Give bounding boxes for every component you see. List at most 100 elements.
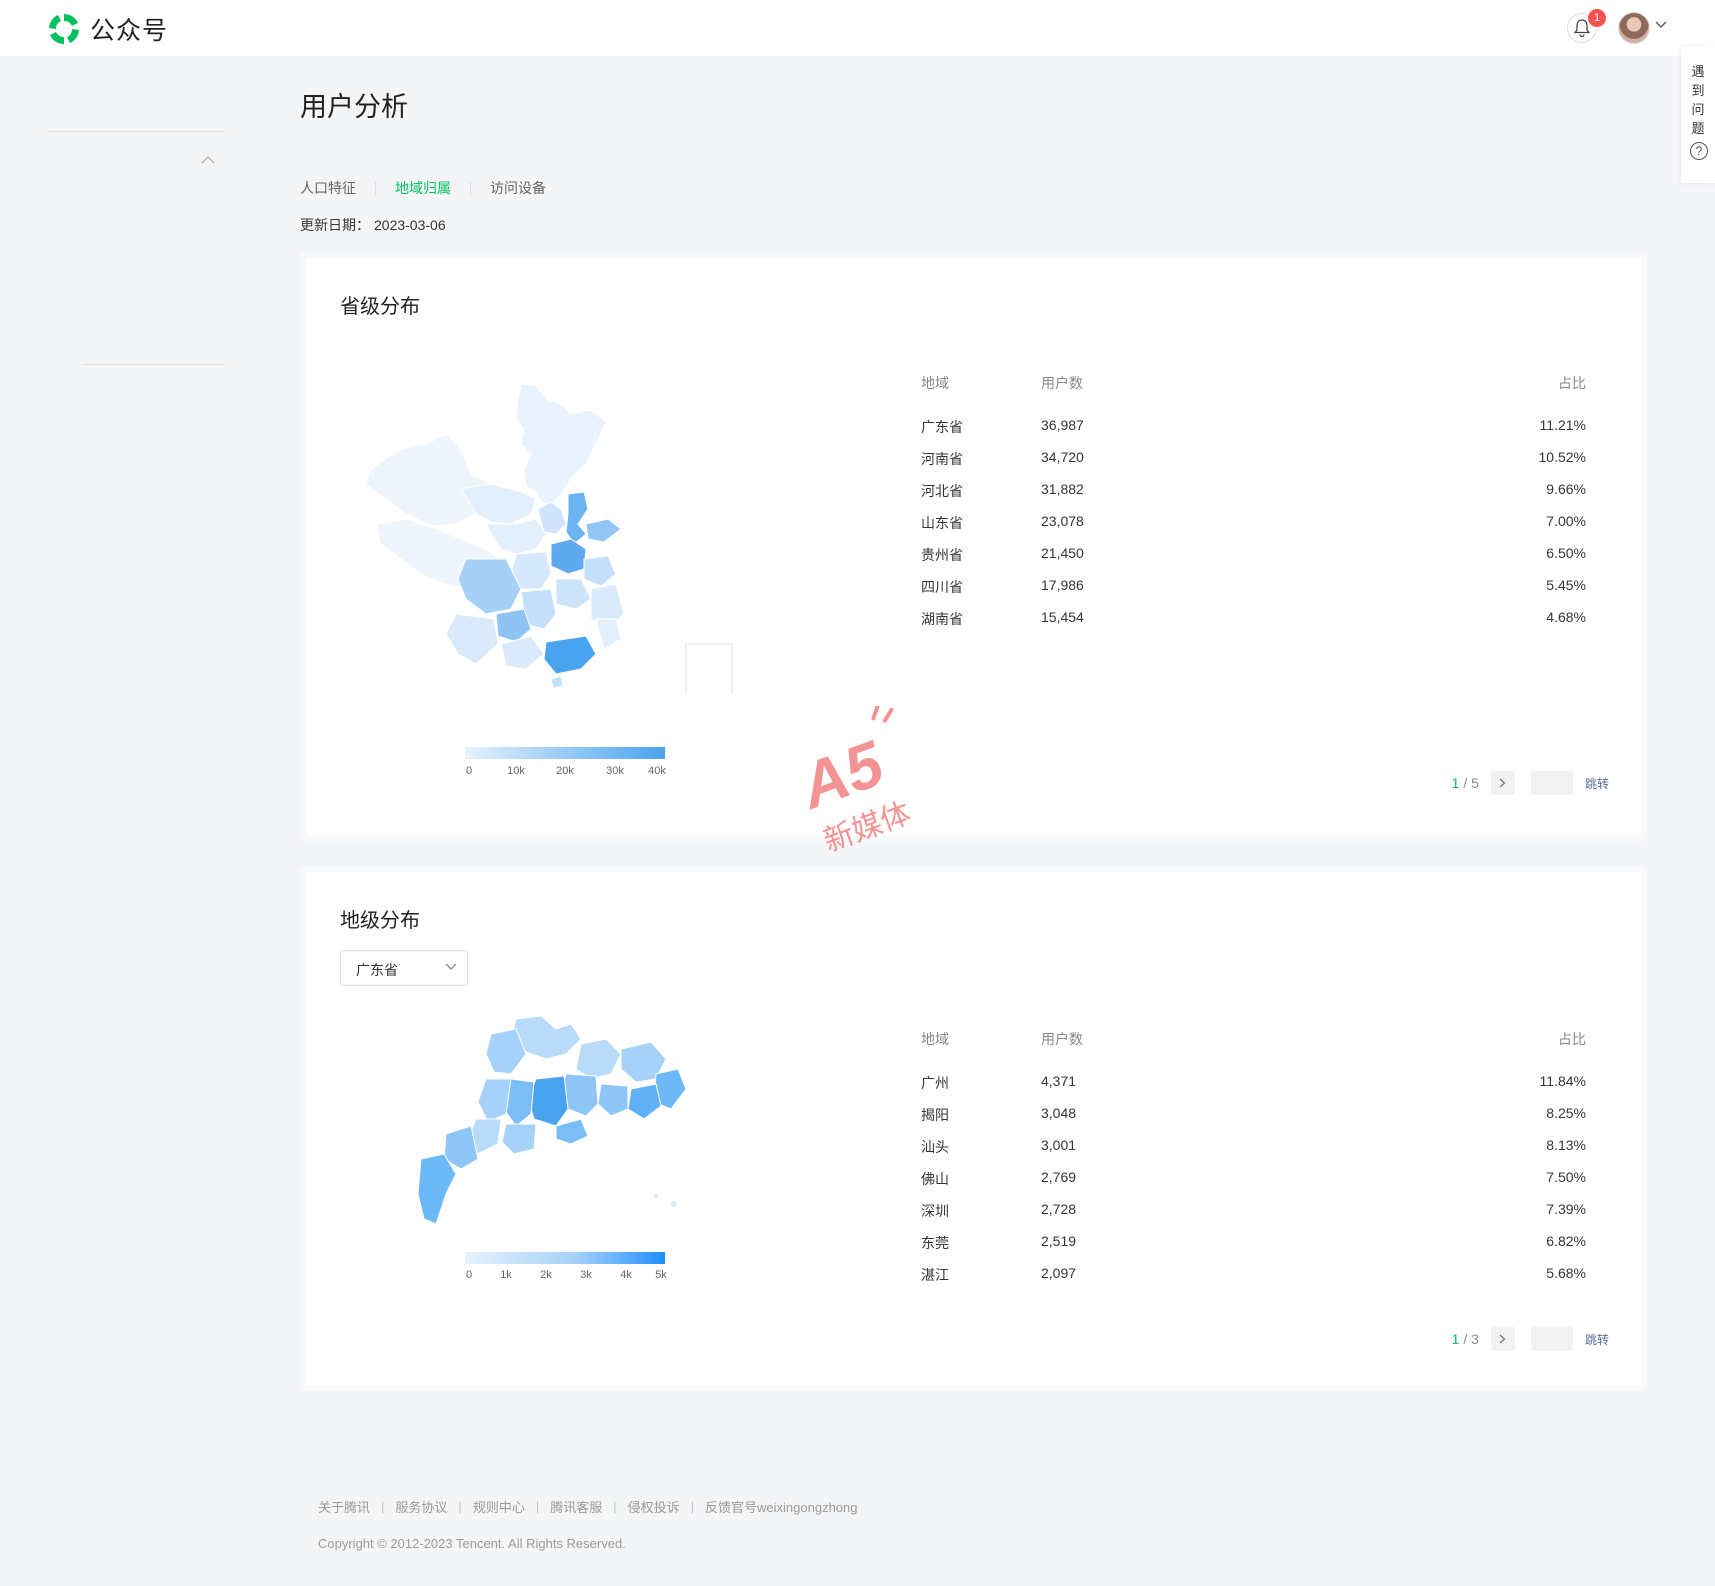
cell-share: 5.45%: [1546, 577, 1586, 593]
footer-link-rules[interactable]: 规则中心: [473, 1497, 525, 1516]
footer-link-terms[interactable]: 服务协议: [395, 1497, 447, 1516]
pager-jump-button[interactable]: 跳转: [1585, 775, 1609, 792]
section-title: 地级分布: [340, 910, 420, 932]
guangdong-city-map[interactable]: [416, 1014, 716, 1234]
cell-users: 34,720: [1041, 449, 1084, 465]
table-row: 贵州省 21,450 6.50%: [921, 545, 1586, 577]
cell-users: 3,048: [1041, 1105, 1077, 1121]
chevron-up-icon[interactable]: [201, 155, 215, 164]
tab-region[interactable]: 地域归属: [395, 178, 451, 198]
pager-next-button[interactable]: [1490, 1327, 1515, 1351]
city-table: 地域 用户数 占比 广州 4,371 11.84% 揭阳 3,048 8.25%…: [921, 1029, 1586, 1297]
page-title: 用户分析: [300, 92, 408, 122]
cell-users: 2,519: [1041, 1233, 1077, 1249]
cell-share: 8.25%: [1546, 1105, 1586, 1121]
tab-devices[interactable]: 访问设备: [490, 178, 546, 198]
cell-share: 10.52%: [1538, 449, 1586, 465]
footer-link-about[interactable]: 关于腾讯: [318, 1497, 370, 1516]
col-share-header: 占比: [1558, 1031, 1586, 1047]
pager-jump-input[interactable]: [1530, 1327, 1573, 1351]
pager-jump-button[interactable]: 跳转: [1585, 1331, 1609, 1348]
chevron-right-icon: [1500, 778, 1506, 788]
chevron-right-icon: [1500, 1334, 1506, 1344]
cell-region: 东莞: [921, 1235, 949, 1251]
section-title: 省级分布: [340, 296, 420, 318]
cell-share: 11.84%: [1539, 1073, 1586, 1089]
legend-tick: 0: [465, 1269, 473, 1281]
brand-name: 公众号: [90, 17, 169, 45]
map-legend: 0 1k 2k 3k 4k 5k: [465, 1252, 667, 1292]
cell-users: 2,097: [1041, 1265, 1077, 1281]
question-icon: ?: [1690, 142, 1708, 160]
pager-current: 1: [1451, 775, 1460, 791]
cell-region: 深圳: [921, 1203, 949, 1219]
footer-separator: |: [381, 1499, 385, 1514]
col-users-header: 用户数: [1041, 1031, 1083, 1047]
sidebar-divider: [47, 131, 225, 132]
pager-next-button[interactable]: [1490, 771, 1515, 795]
pager-jump-input[interactable]: [1530, 771, 1573, 795]
cell-region: 汕头: [921, 1139, 949, 1155]
cell-share: 6.82%: [1546, 1233, 1586, 1249]
update-date-value: 2023-03-06: [374, 217, 446, 233]
cell-share: 9.66%: [1546, 481, 1586, 497]
map-legend: 0 10k 20k 30k 40k: [465, 747, 666, 787]
footer-link-support[interactable]: 腾讯客服: [550, 1497, 602, 1516]
table-row: 东莞 2,519 6.82%: [921, 1233, 1586, 1265]
cell-users: 36,987: [1041, 417, 1084, 433]
province-select-value: 广东省: [356, 962, 398, 978]
table-row: 汕头 3,001 8.13%: [921, 1137, 1586, 1169]
avatar[interactable]: [1618, 12, 1650, 44]
brand-logo[interactable]: 公众号: [46, 11, 168, 47]
legend-tick: 0: [465, 765, 473, 777]
cell-users: 2,728: [1041, 1201, 1077, 1217]
update-date-label: 更新日期：: [300, 217, 370, 233]
legend-tick: 4k: [620, 1269, 632, 1281]
province-distribution-card: 省级分布 0 10k 20k 30k 40k 地域 用户数 占比 广东省 36,…: [300, 252, 1647, 841]
china-province-map[interactable]: [346, 374, 746, 694]
chevron-down-icon: [445, 963, 457, 970]
cell-region: 佛山: [921, 1171, 949, 1187]
chevron-down-icon[interactable]: [1655, 21, 1667, 29]
cell-region: 四川省: [921, 579, 963, 595]
cell-region: 广州: [921, 1075, 949, 1091]
table-header: 地域 用户数 占比: [921, 373, 1586, 393]
notification-badge: 1: [1588, 9, 1606, 27]
cell-region: 河北省: [921, 483, 963, 499]
table-row: 佛山 2,769 7.50%: [921, 1169, 1586, 1201]
notification-button[interactable]: 1: [1567, 9, 1606, 43]
col-share-header: 占比: [1558, 375, 1586, 391]
legend-tick: 10k: [507, 765, 525, 777]
tab-divider: [470, 181, 471, 195]
cell-users: 15,454: [1041, 609, 1084, 625]
cell-share: 6.50%: [1546, 545, 1586, 561]
table-row: 揭阳 3,048 8.25%: [921, 1105, 1586, 1137]
col-region-header: 地域: [921, 1031, 949, 1047]
wechat-official-logo-icon: [49, 13, 79, 45]
legend-tick: 20k: [556, 765, 574, 777]
legend-gradient: [465, 1252, 665, 1264]
col-users-header: 用户数: [1041, 375, 1083, 391]
table-row: 山东省 23,078 7.00%: [921, 513, 1586, 545]
province-select[interactable]: 广东省: [340, 950, 468, 986]
footer-link-infringement[interactable]: 侵权投诉: [628, 1497, 680, 1516]
col-region-header: 地域: [921, 375, 949, 391]
pager-current: 1: [1451, 1331, 1460, 1347]
footer-separator: |: [613, 1499, 617, 1514]
footer-link-feedback[interactable]: 反馈官号weixingongzhong: [705, 1497, 857, 1516]
tab-demographics[interactable]: 人口特征: [300, 178, 356, 198]
province-pager: 1 / 5 跳转: [1452, 771, 1609, 795]
update-date: 更新日期： 2023-03-06: [300, 215, 446, 235]
footer-separator: |: [458, 1499, 462, 1514]
pager-total: / 3: [1463, 1331, 1479, 1347]
help-side-tab[interactable]: 遇到问题 ?: [1681, 46, 1715, 183]
cell-region: 湛江: [921, 1267, 949, 1283]
city-distribution-card: 地级分布 广东省 0 1k 2k 3k 4k 5k 地域 用户数 占比 广州 4…: [300, 866, 1647, 1391]
cell-region: 湖南省: [921, 611, 963, 627]
cell-region: 揭阳: [921, 1107, 949, 1123]
analysis-tabs: 人口特征 地域归属 访问设备: [300, 178, 546, 198]
cell-share: 7.50%: [1546, 1169, 1586, 1185]
cell-region: 河南省: [921, 451, 963, 467]
top-bar: 公众号 1: [0, 0, 1715, 56]
table-row: 广东省 36,987 11.21%: [921, 417, 1586, 449]
